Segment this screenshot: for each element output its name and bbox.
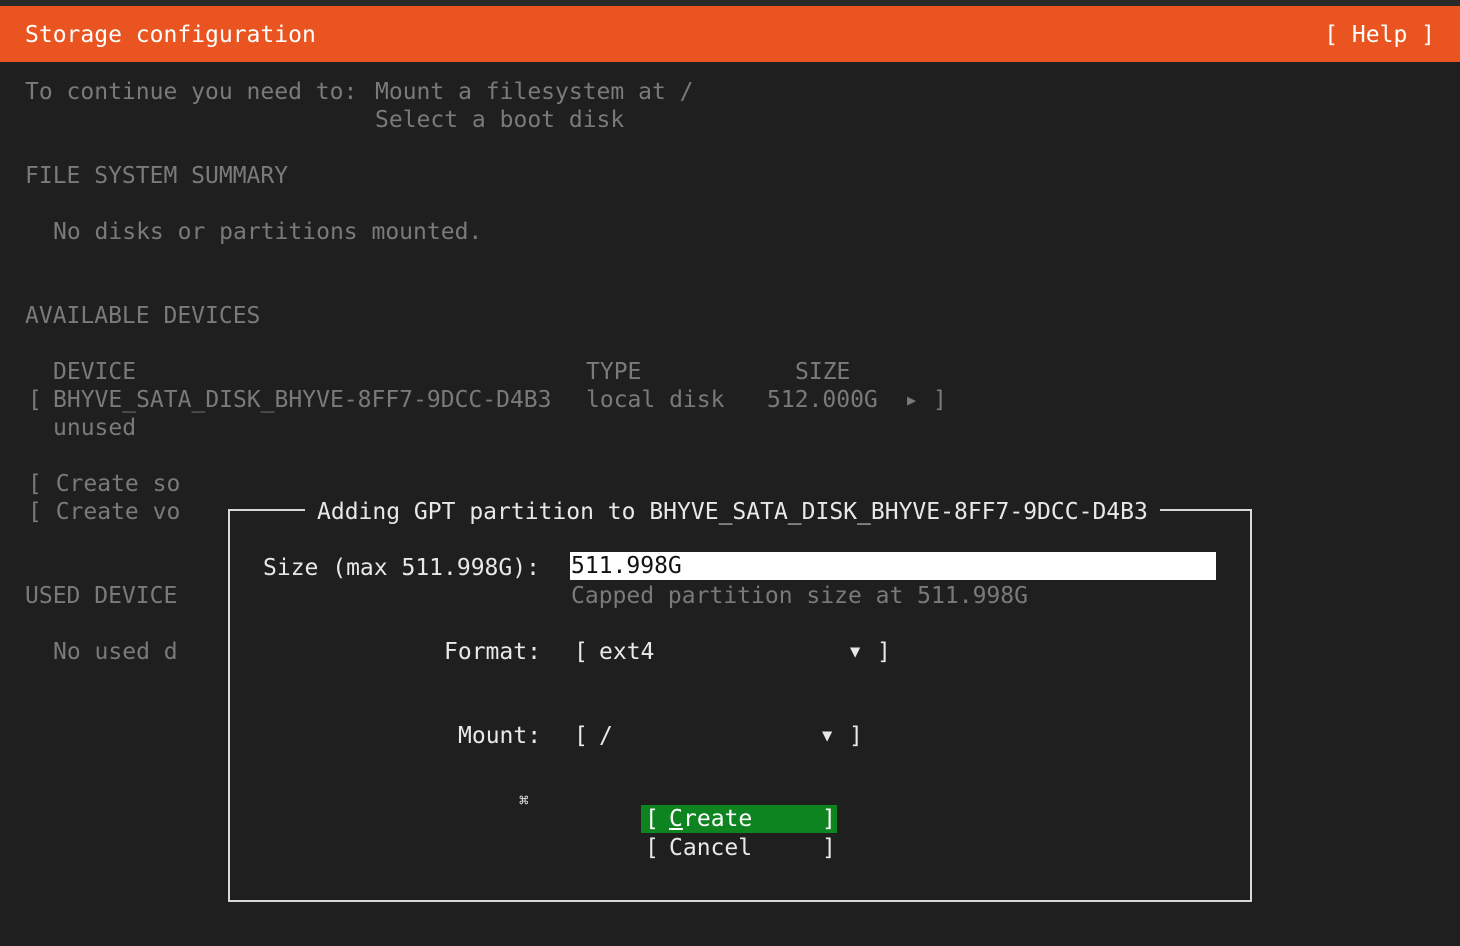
- device-row-open-bracket: [: [28, 387, 42, 413]
- device-status: unused: [53, 415, 137, 441]
- format-close-bracket: ]: [877, 639, 891, 665]
- mount-label: Mount:: [458, 723, 542, 749]
- column-type: TYPE: [586, 359, 642, 385]
- cancel-button[interactable]: [ Cancel ]: [641, 834, 837, 862]
- create-label-first: C: [669, 806, 683, 832]
- format-value: ext4: [599, 639, 655, 665]
- available-devices-heading: AVAILABLE DEVICES: [25, 303, 261, 329]
- device-size: 512.000G: [767, 387, 878, 413]
- notice-prefix: To continue you need to:: [25, 79, 358, 105]
- create-software-raid-button[interactable]: [ Create so: [28, 470, 180, 498]
- format-open-bracket: [: [574, 639, 588, 665]
- cancel-label: Cancel: [669, 835, 753, 861]
- notice-line-1: Mount a filesystem at /: [375, 79, 694, 105]
- column-size: SIZE: [795, 359, 851, 385]
- used-devices-empty: No used d: [53, 639, 178, 665]
- cancel-close-bracket: ]: [822, 835, 836, 861]
- create-volume-group-button[interactable]: [ Create vo: [28, 498, 180, 526]
- used-devices-heading: USED DEVICE: [25, 583, 178, 609]
- chevron-down-icon: ▼: [822, 726, 833, 746]
- notice-line-2: Select a boot disk: [375, 107, 625, 133]
- device-row-close-bracket: ]: [933, 387, 947, 413]
- cancel-open-bracket: [: [645, 835, 659, 861]
- size-hint: Capped partition size at 511.998G: [571, 583, 1028, 609]
- create-button[interactable]: [ C reate ]: [641, 805, 837, 833]
- chevron-right-icon: ▶: [907, 391, 917, 409]
- header-bar: Storage configuration [ Help ]: [0, 6, 1460, 62]
- create-label-rest: reate: [683, 806, 753, 832]
- mount-value: /: [599, 723, 613, 749]
- page-title: Storage configuration: [25, 22, 316, 48]
- size-label: Size (max 511.998G):: [263, 555, 540, 581]
- column-device: DEVICE: [53, 359, 137, 385]
- device-name: BHYVE_SATA_DISK_BHYVE-8FF7-9DCC-D4B3: [53, 387, 552, 413]
- create-close-bracket: ]: [822, 806, 836, 832]
- fs-summary-heading: FILE SYSTEM SUMMARY: [25, 163, 289, 189]
- format-label: Format:: [444, 639, 541, 665]
- mount-open-bracket: [: [574, 723, 588, 749]
- size-input[interactable]: [570, 552, 1216, 580]
- mouse-cursor-icon: ⌘: [519, 791, 529, 810]
- mount-close-bracket: ]: [849, 723, 863, 749]
- help-button[interactable]: [ Help ]: [1324, 21, 1435, 49]
- device-type: local disk: [586, 387, 725, 413]
- fs-summary-empty: No disks or partitions mounted.: [53, 219, 483, 245]
- dialog-title: Adding GPT partition to BHYVE_SATA_DISK_…: [305, 498, 1160, 526]
- chevron-down-icon: ▼: [850, 642, 861, 662]
- create-open-bracket: [: [645, 806, 659, 832]
